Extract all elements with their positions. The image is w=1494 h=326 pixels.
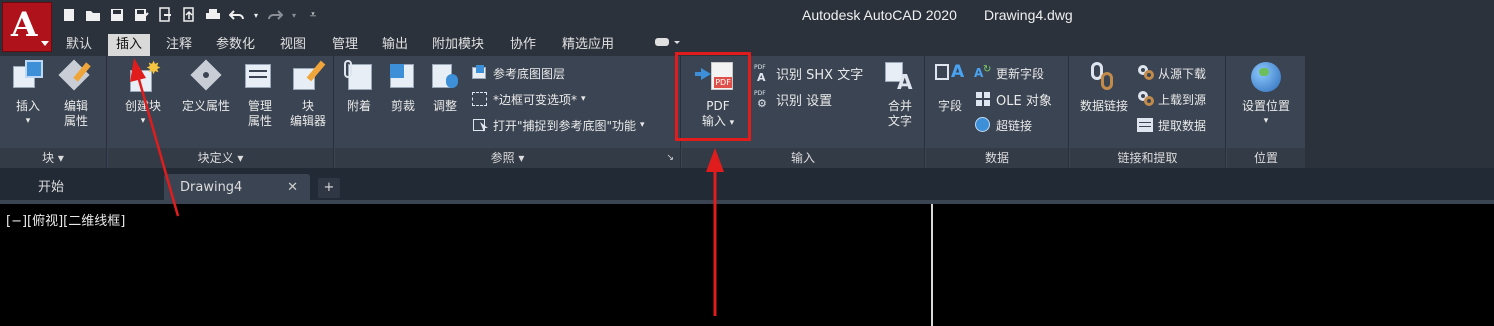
arrow-to-pdf-import bbox=[706, 148, 724, 316]
chevron-down-icon bbox=[41, 41, 49, 46]
arrow-to-insert-tab bbox=[130, 58, 180, 217]
annotation-arrows bbox=[130, 58, 724, 316]
application-menu-button[interactable]: A bbox=[2, 2, 52, 52]
autocad-logo-icon: A bbox=[11, 5, 38, 45]
